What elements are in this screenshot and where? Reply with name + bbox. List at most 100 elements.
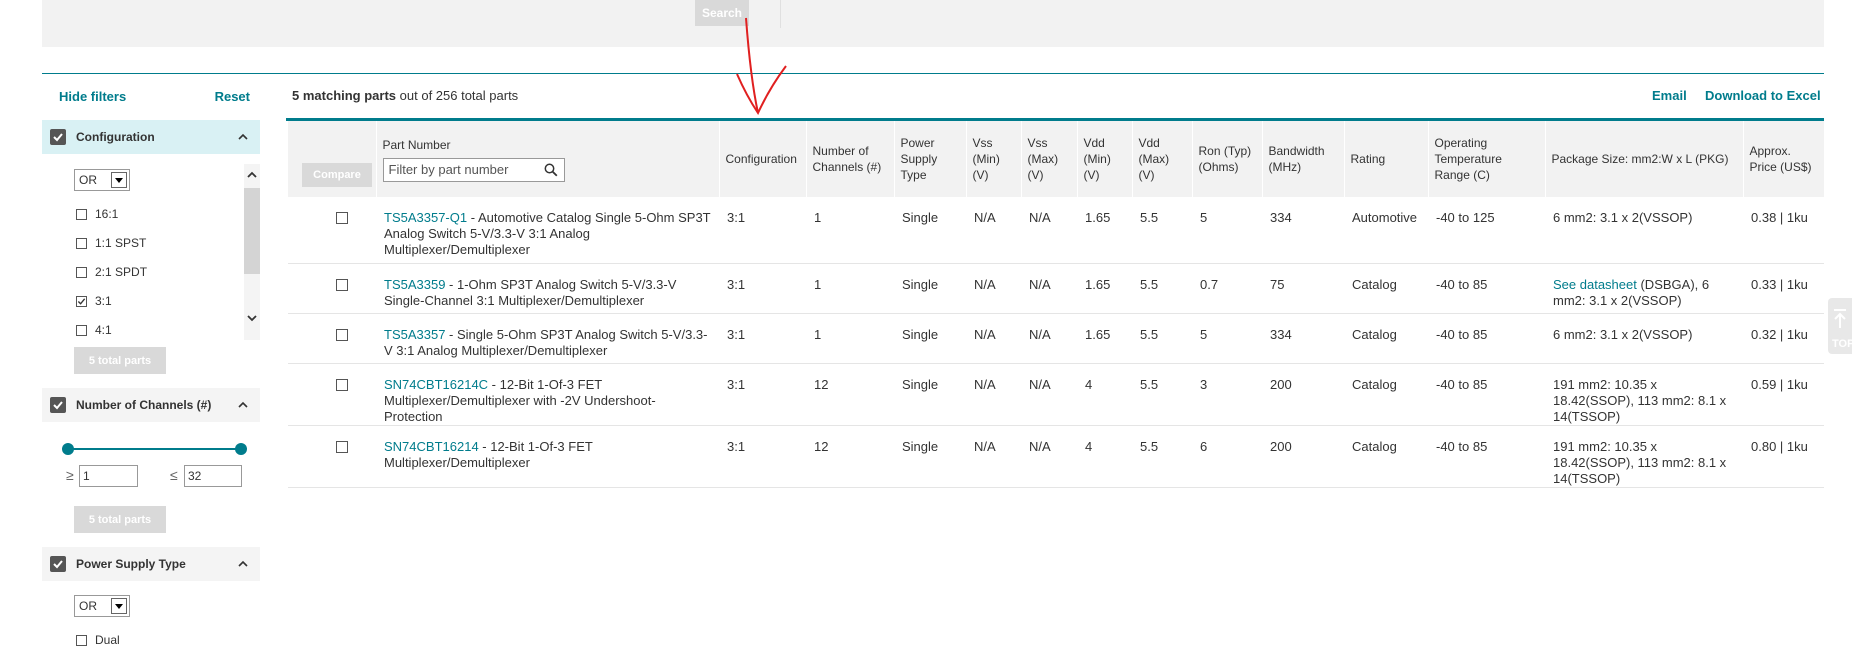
cell-part: TS5A3357 - Single 5-Ohm SP3T Analog Swit… bbox=[376, 313, 719, 364]
cell-bandwidth: 200 bbox=[1262, 363, 1344, 426]
cell-rating: Catalog bbox=[1344, 313, 1428, 364]
min-channels-input[interactable]: 1 bbox=[79, 465, 138, 487]
search-icon[interactable] bbox=[544, 163, 558, 177]
part-number-link[interactable]: TS5A3357 bbox=[384, 327, 445, 342]
option-2-1-spdt[interactable]: 2:1 SPDT bbox=[76, 265, 147, 279]
header-price[interactable]: Approx. Price (US$) bbox=[1743, 121, 1825, 197]
cell-package: 6 mm2: 3.1 x 2(VSSOP) bbox=[1545, 313, 1743, 364]
cell-channels: 12 bbox=[806, 363, 894, 426]
chevron-up-icon[interactable] bbox=[236, 130, 250, 144]
cell-compare bbox=[288, 363, 376, 426]
cell-compare bbox=[288, 313, 376, 364]
checkbox[interactable] bbox=[76, 634, 87, 646]
total-parts-button[interactable]: 5 total parts bbox=[74, 347, 166, 374]
cell-temperature: -40 to 85 bbox=[1428, 263, 1545, 314]
option-16-1[interactable]: 16:1 bbox=[76, 207, 118, 221]
checkbox[interactable] bbox=[76, 208, 87, 220]
range-slider-max-handle[interactable] bbox=[235, 443, 247, 455]
option-dual[interactable]: Dual bbox=[76, 633, 120, 647]
result-summary: 5 matching parts out of 256 total parts bbox=[292, 88, 518, 103]
logic-select[interactable]: OR bbox=[74, 595, 130, 617]
cell-package: See datasheet (DSBGA), 6 mm2: 3.1 x 2(VS… bbox=[1545, 263, 1743, 314]
cell-compare bbox=[288, 425, 376, 488]
max-channels-input[interactable]: 32 bbox=[184, 465, 242, 487]
range-slider-min-handle[interactable] bbox=[62, 443, 74, 455]
option-4-1[interactable]: 4:1 bbox=[76, 323, 112, 337]
row-checkbox[interactable] bbox=[336, 440, 348, 453]
checkbox[interactable] bbox=[76, 266, 87, 278]
checkbox-checked-icon[interactable] bbox=[50, 556, 66, 572]
scroll-up-icon[interactable] bbox=[245, 168, 259, 182]
less-equal-symbol: ≤ bbox=[170, 467, 178, 483]
results-table: Compare Part Number Filter by part numbe… bbox=[288, 121, 1825, 488]
back-to-top-button[interactable]: TOP bbox=[1828, 298, 1852, 354]
scroll-down-icon[interactable] bbox=[245, 311, 259, 325]
header-vdd-max[interactable]: Vdd (Max) (V) bbox=[1132, 121, 1193, 197]
checkbox[interactable] bbox=[76, 324, 87, 336]
part-number-link[interactable]: TS5A3359 bbox=[384, 277, 445, 292]
header-vss-min[interactable]: Vss (Min) (V) bbox=[966, 121, 1022, 197]
row-checkbox[interactable] bbox=[336, 328, 348, 341]
cell-price: 0.80 | 1ku bbox=[1743, 425, 1824, 488]
scrollbar-thumb[interactable] bbox=[244, 188, 260, 274]
compare-button[interactable]: Compare bbox=[302, 163, 372, 187]
cell-vdd-min: 4 bbox=[1077, 363, 1132, 426]
part-number-link[interactable]: SN74CBT16214 bbox=[384, 439, 479, 454]
facet-channels-header[interactable]: Number of Channels (#) bbox=[42, 388, 260, 422]
header-channels[interactable]: Number of Channels (#) bbox=[806, 121, 895, 197]
header-vss-max[interactable]: Vss (Max) (V) bbox=[1021, 121, 1078, 197]
back-to-top-label: TOP bbox=[1832, 338, 1852, 350]
cell-rating: Catalog bbox=[1344, 425, 1428, 488]
filter-placeholder: Filter by part number bbox=[388, 161, 509, 177]
chevron-up-icon[interactable] bbox=[236, 557, 250, 571]
part-number-link[interactable]: TS5A3357-Q1 bbox=[384, 210, 467, 225]
header-configuration[interactable]: Configuration bbox=[719, 121, 807, 197]
header-temperature[interactable]: Operating Temperature Range (C) bbox=[1428, 121, 1546, 197]
range-slider-track[interactable] bbox=[67, 448, 241, 450]
cell-price: 0.59 | 1ku bbox=[1743, 363, 1824, 426]
see-datasheet-link[interactable]: See datasheet bbox=[1553, 277, 1637, 292]
row-checkbox[interactable] bbox=[336, 378, 348, 391]
email-link[interactable]: Email bbox=[1652, 88, 1687, 103]
header-label: Part Number bbox=[382, 137, 451, 152]
row-checkbox[interactable] bbox=[336, 212, 348, 224]
cell-package: 191 mm2: 10.35 x 18.42(SSOP), 113 mm2: 8… bbox=[1545, 425, 1743, 488]
cell-ron: 3 bbox=[1192, 363, 1262, 426]
table-row: SN74CBT16214C - 12-Bit 1-Of-3 FET Multip… bbox=[288, 363, 1824, 426]
checkbox-checked-icon[interactable] bbox=[50, 129, 66, 145]
cell-vss-max: N/A bbox=[1021, 197, 1077, 264]
cell-vss-max: N/A bbox=[1021, 263, 1077, 314]
option-1-1-spst[interactable]: 1:1 SPST bbox=[76, 236, 146, 250]
reset-link[interactable]: Reset bbox=[215, 89, 250, 104]
facet-configuration-header[interactable]: Configuration bbox=[42, 120, 260, 154]
header-bandwidth[interactable]: Bandwidth (MHz) bbox=[1262, 121, 1345, 197]
cell-ron: 5 bbox=[1192, 197, 1262, 264]
cell-channels: 12 bbox=[806, 425, 894, 488]
part-number-link[interactable]: SN74CBT16214C bbox=[384, 377, 488, 392]
header-power-supply[interactable]: Power Supply Type bbox=[894, 121, 967, 197]
cell-part: TS5A3359 - 1-Ohm SP3T Analog Switch 5-V/… bbox=[376, 263, 719, 314]
logic-select[interactable]: OR bbox=[74, 169, 130, 191]
checkbox[interactable] bbox=[76, 237, 87, 249]
cell-ron: 5 bbox=[1192, 313, 1262, 364]
download-excel-link[interactable]: Download to Excel bbox=[1705, 88, 1821, 103]
facet-title: Power Supply Type bbox=[76, 557, 186, 571]
checkbox-checked-icon[interactable] bbox=[50, 397, 66, 413]
cell-ron: 6 bbox=[1192, 425, 1262, 488]
option-label: 3:1 bbox=[95, 294, 112, 308]
option-3-1[interactable]: 3:1 bbox=[76, 294, 112, 308]
cell-vdd-max: 5.5 bbox=[1132, 197, 1192, 264]
header-vdd-min[interactable]: Vdd (Min) (V) bbox=[1077, 121, 1133, 197]
checkbox-checked[interactable] bbox=[76, 295, 87, 307]
header-package[interactable]: Package Size: mm2:W x L (PKG) bbox=[1545, 121, 1744, 197]
header-ron[interactable]: Ron (Typ) (Ohms) bbox=[1192, 121, 1263, 197]
facet-power-header[interactable]: Power Supply Type bbox=[42, 547, 260, 581]
row-checkbox[interactable] bbox=[336, 278, 348, 291]
chevron-up-icon[interactable] bbox=[236, 398, 250, 412]
hide-filters-link[interactable]: Hide filters bbox=[59, 89, 126, 104]
total-parts-button[interactable]: 5 total parts bbox=[74, 506, 166, 533]
option-label: 4:1 bbox=[95, 323, 112, 337]
search-button[interactable]: Search bbox=[695, 0, 749, 26]
part-filter-input[interactable]: Filter by part number bbox=[382, 157, 565, 182]
header-rating[interactable]: Rating bbox=[1344, 121, 1429, 197]
